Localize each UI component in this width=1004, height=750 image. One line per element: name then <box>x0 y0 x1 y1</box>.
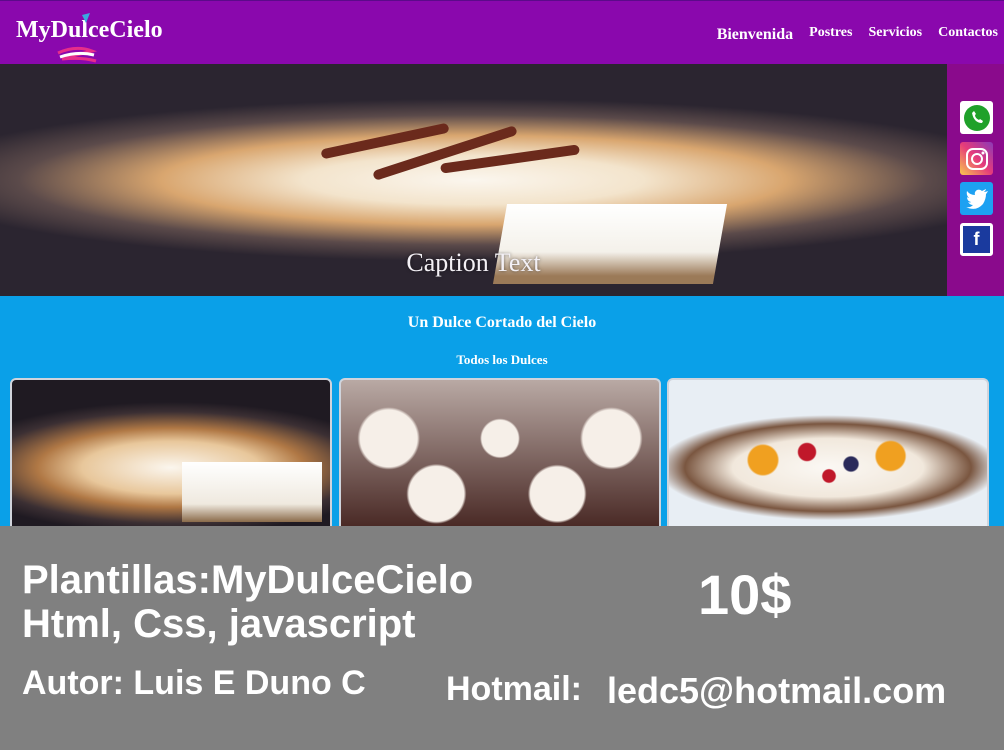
promo-mail-label: Hotmail: <box>446 670 582 708</box>
promo-title-line1: Plantillas:MyDulceCielo <box>22 558 474 602</box>
section-title: Un Dulce Cortado del Cielo <box>407 314 597 331</box>
main-nav: Bienvenida Postres Servicios Contactos <box>717 25 998 44</box>
nav-postres[interactable]: Postres <box>809 25 852 44</box>
fruit-topping-image <box>719 420 939 500</box>
hero-slideshow[interactable]: Caption Text <box>0 64 947 296</box>
promo-price: 10$ <box>698 563 792 626</box>
logo-swoosh-icon <box>57 13 98 63</box>
facebook-glyph: f <box>973 229 980 249</box>
cheesecake-slice-image <box>182 462 322 522</box>
social-sidebar: f <box>947 64 1004 296</box>
section-subtitle: Todos los Dulces <box>456 352 548 367</box>
product-card-fruit-cake[interactable] <box>667 378 989 526</box>
nav-servicios[interactable]: Servicios <box>868 25 922 44</box>
instagram-icon[interactable] <box>960 142 993 175</box>
promo-banner: Plantillas:MyDulceCielo Html, Css, javas… <box>0 526 1004 750</box>
hero-caption: Caption Text <box>406 248 541 277</box>
promo-author: Autor: Luis E Duno C <box>22 664 366 702</box>
product-card-cheesecake[interactable] <box>10 378 332 526</box>
featured-section: Un Dulce Cortado del Cielo Todos los Dul… <box>0 296 1004 526</box>
whatsapp-icon[interactable] <box>960 101 993 134</box>
product-card-cupcakes[interactable] <box>339 378 661 526</box>
facebook-icon[interactable]: f <box>960 223 993 256</box>
nav-bienvenida[interactable]: Bienvenida <box>717 26 793 44</box>
promo-title-line2: Html, Css, javascript <box>22 602 416 646</box>
nav-contactos[interactable]: Contactos <box>938 25 998 44</box>
top-navbar: MyDulceCielo Bienvenida Postres Servicio… <box>0 0 1004 64</box>
promo-title: Plantillas:MyDulceCielo Html, Css, javas… <box>22 558 473 646</box>
promo-mail: ledc5@hotmail.com <box>607 670 947 711</box>
twitter-icon[interactable] <box>960 182 993 215</box>
